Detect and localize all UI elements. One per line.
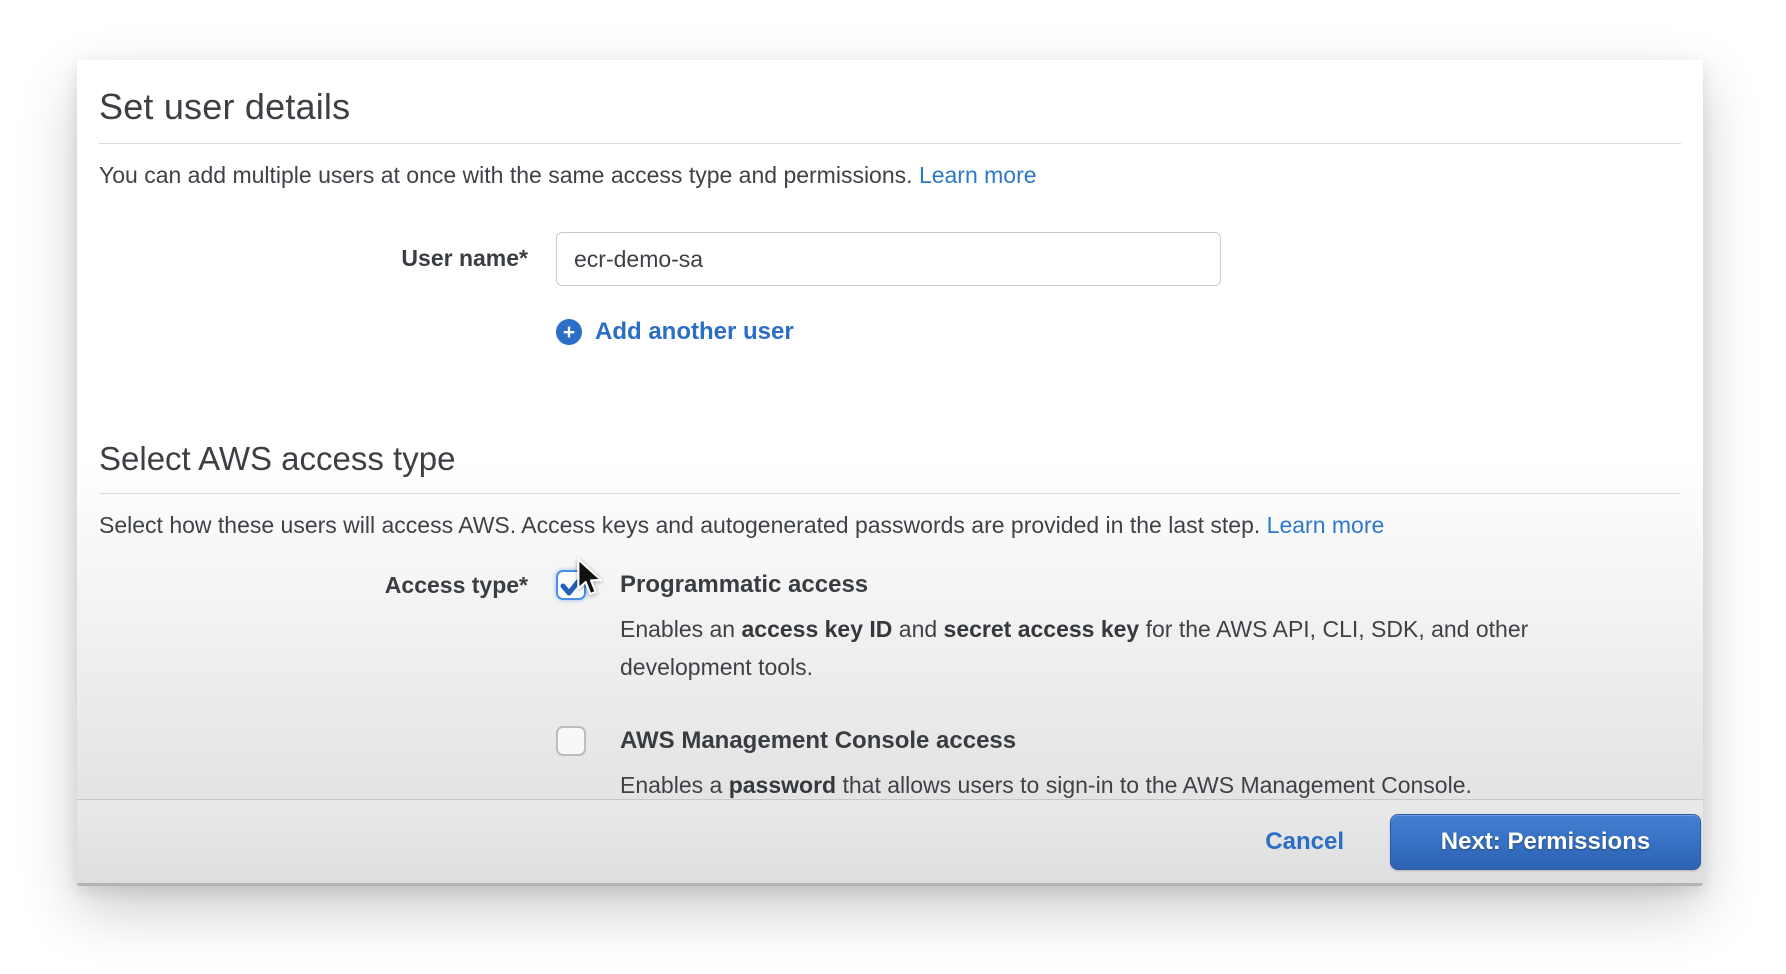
- user-details-intro-text: You can add multiple users at once with …: [99, 162, 919, 188]
- access-type-heading: Select AWS access type: [99, 440, 1681, 478]
- checkmark-icon: [559, 574, 585, 598]
- plus-circle-icon: +: [556, 319, 582, 345]
- username-control: [556, 232, 1221, 286]
- page-title: Set user details: [99, 86, 1681, 128]
- option-title: AWS Management Console access: [620, 726, 1472, 756]
- learn-more-link[interactable]: Learn more: [919, 162, 1037, 188]
- programmatic-access-checkbox[interactable]: [556, 570, 586, 600]
- section-divider: [99, 143, 1681, 144]
- wizard-footer: Cancel Next: Permissions: [77, 799, 1703, 886]
- access-type-label: Access type*: [99, 570, 528, 599]
- option-description: Enables an access key ID and secret acce…: [620, 610, 1600, 686]
- user-details-intro: You can add multiple users at once with …: [99, 160, 1681, 190]
- console-access-checkbox[interactable]: [556, 726, 586, 756]
- option-body: Programmatic access Enables an access ke…: [620, 570, 1600, 686]
- add-another-user-label: Add another user: [595, 318, 794, 346]
- programmatic-access-option: Programmatic access Enables an access ke…: [556, 570, 1600, 686]
- access-type-row: Access type* Programmatic access Enables…: [99, 570, 1681, 804]
- set-user-details-card: Set user details You can add multiple us…: [77, 60, 1703, 886]
- access-type-intro: Select how these users will access AWS. …: [99, 510, 1681, 540]
- username-label: User name*: [99, 232, 528, 272]
- console-access-option: AWS Management Console access Enables a …: [556, 726, 1600, 804]
- learn-more-link[interactable]: Learn more: [1267, 512, 1385, 538]
- username-input[interactable]: [556, 232, 1221, 286]
- username-row: User name*: [99, 232, 1681, 286]
- cancel-button[interactable]: Cancel: [1265, 828, 1344, 856]
- option-title: Programmatic access: [620, 570, 1600, 600]
- next-permissions-button[interactable]: Next: Permissions: [1390, 814, 1701, 870]
- access-type-options: Programmatic access Enables an access ke…: [556, 570, 1600, 804]
- add-another-user-button[interactable]: + Add another user: [556, 318, 1681, 346]
- access-type-section: Select AWS access type Select how these …: [99, 440, 1681, 804]
- access-type-intro-text: Select how these users will access AWS. …: [99, 512, 1267, 538]
- option-body: AWS Management Console access Enables a …: [620, 726, 1472, 804]
- section-divider: [99, 493, 1681, 494]
